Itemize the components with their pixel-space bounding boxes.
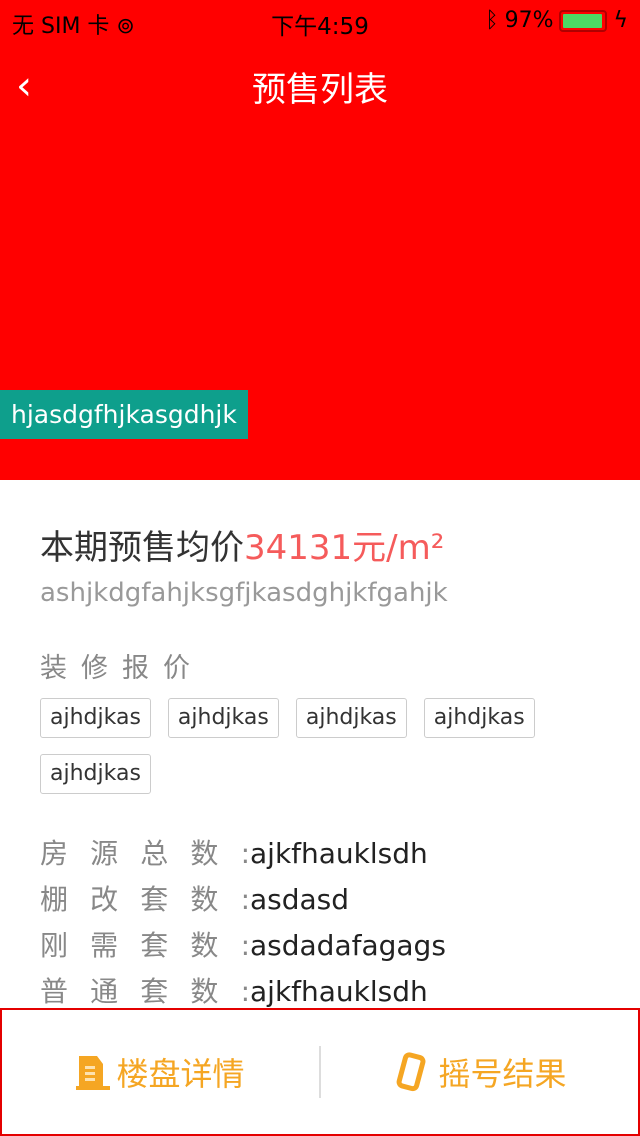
stat-label-char: 刚 [40,929,69,962]
hero-caption: hjasdgfhjkasgdhjk [0,390,248,439]
stat-value: asdasd [250,883,350,916]
phone-shake-icon [397,1052,426,1092]
average-price: 本期预售均价34131元/m² [40,520,444,569]
stat-row: 棚改套数: asdasd [40,878,446,924]
stat-label-char: 房 [40,837,69,870]
stat-value: asdadafagags [250,929,446,962]
stat-label-char: : [240,883,250,916]
tag[interactable]: ajhdjkas [167,698,279,738]
stat-label-char: 源 [90,837,119,870]
battery-icon [559,9,608,32]
battery-percent: 97% [504,8,554,33]
building-icon [76,1056,111,1090]
tag[interactable]: ajhdjkas [295,698,407,738]
tab-label: 摇号结果 [438,1055,567,1093]
stat-label-char: 需 [90,929,119,962]
price-label: 本期预售均价 [40,528,244,568]
stat-label-char: 棚 [40,883,69,916]
decoration-title: 装修报价 [40,653,204,684]
stat-label-char: 套 [140,929,169,962]
stat-value: ajkfhauklsdh [250,837,428,870]
status-bar: 无 SIM 卡 ⊚ 下午4:59 ᛒ 97% ϟ [0,0,640,40]
page-title: 预售列表 [252,70,388,110]
stat-row: 房源总数: ajkfhauklsdh [40,832,446,878]
stat-label-char: 套 [140,883,169,916]
tag[interactable]: ajhdjkas [40,698,151,738]
tag[interactable]: ajhdjkas [423,698,535,738]
stat-label-char: 数 [190,837,219,870]
decoration-tags: ajhdjkas ajhdjkas ajhdjkas ajhdjkas ajhd… [40,698,600,794]
bottom-bar: 楼盘详情 摇号结果 [0,1008,640,1136]
stat-label-char: 数 [190,883,219,916]
subtitle: ashjkdgfahjksgfjkasdghjkfgahjk [40,578,448,608]
stat-label-char: : [240,837,250,870]
charging-icon: ϟ [613,8,628,33]
stat-label-char: 数 [190,929,219,962]
bluetooth-icon: ᛒ [485,8,499,33]
tab-lottery-results[interactable]: 摇号结果 [321,1049,638,1095]
tab-building-details[interactable]: 楼盘详情 [2,1049,319,1095]
stat-label-char: : [240,929,250,962]
stats-list: 房源总数: ajkfhauklsdh 棚改套数: asdasd 刚需套数: asdad… [40,832,446,1016]
stat-label-char: 改 [90,883,119,916]
price-value: 34131元/m² [244,528,445,568]
stat-row: 刚需套数: asdadafagags [40,924,446,970]
stat-label-char: 总 [140,837,169,870]
tab-label: 楼盘详情 [116,1055,245,1093]
tag[interactable]: ajhdjkas [40,754,151,794]
